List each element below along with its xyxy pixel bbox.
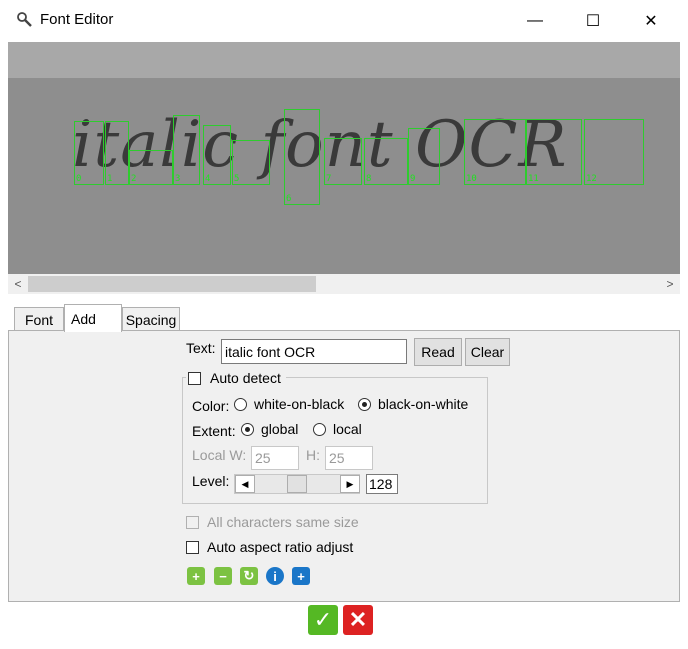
glyph-box[interactable]: 10 xyxy=(464,119,526,185)
minimize-button[interactable]: — xyxy=(512,0,558,42)
extent-global-label: global xyxy=(261,421,299,437)
slider-left-button[interactable]: ◀ xyxy=(235,475,255,493)
glyph-index: 9 xyxy=(410,174,416,184)
white-on-black-label: white-on-black xyxy=(254,396,345,412)
tab-add[interactable]: Add xyxy=(64,304,122,332)
zoom-out-icon[interactable]: − xyxy=(214,567,232,585)
local-w-label: Local W: xyxy=(192,447,247,463)
glyph-index: 12 xyxy=(586,174,597,184)
glyph-box[interactable]: 11 xyxy=(526,119,582,185)
scroll-right-button[interactable]: > xyxy=(660,274,680,294)
zoom-in-icon[interactable]: + xyxy=(187,567,205,585)
black-on-white-label: black-on-white xyxy=(378,396,469,412)
extent-local-radio[interactable] xyxy=(313,423,326,436)
glyph-box[interactable]: 1 xyxy=(105,121,129,185)
glyph-box[interactable]: 7 xyxy=(324,138,362,185)
glyph-index: 10 xyxy=(466,174,477,184)
window-title: Font Editor xyxy=(40,11,114,28)
color-label: Color: xyxy=(192,398,230,414)
h-label: H: xyxy=(306,447,320,463)
glyph-index: 11 xyxy=(528,174,539,184)
glyph-box[interactable]: 5 xyxy=(232,140,270,185)
aspect-ratio-label: Auto aspect ratio adjust xyxy=(207,539,354,555)
tab-font[interactable]: Font xyxy=(14,307,64,331)
glyph-index: 0 xyxy=(76,174,82,184)
scrollbar-thumb[interactable] xyxy=(28,276,316,292)
refresh-icon[interactable]: ↻ xyxy=(240,567,258,585)
glyph-index: 2 xyxy=(131,174,137,184)
white-on-black-radio[interactable] xyxy=(234,398,247,411)
glyph-box[interactable]: 0 xyxy=(74,121,104,185)
tab-spacing[interactable]: Spacing xyxy=(122,307,180,331)
extent-global-radio[interactable] xyxy=(241,423,254,436)
text-label: Text: xyxy=(186,340,216,356)
level-label: Level: xyxy=(192,473,230,489)
magnifier-icon xyxy=(16,11,34,29)
glyph-box[interactable]: 8 xyxy=(364,138,408,185)
h-input[interactable] xyxy=(325,446,373,470)
glyph-index: 5 xyxy=(234,174,240,184)
glyph-index: 1 xyxy=(107,174,113,184)
slider-thumb[interactable] xyxy=(287,475,307,493)
close-button[interactable]: ✕ xyxy=(628,0,674,42)
level-value-input[interactable] xyxy=(366,474,398,494)
scroll-left-button[interactable]: < xyxy=(8,274,28,294)
slider-right-button[interactable]: ▶ xyxy=(340,475,360,493)
auto-detect-label: Auto detect xyxy=(210,370,281,386)
glyph-box[interactable]: 6 xyxy=(284,109,320,205)
glyph-box[interactable]: 12 xyxy=(584,119,644,185)
local-w-input[interactable] xyxy=(251,446,299,470)
glyph-box[interactable]: 3 xyxy=(173,115,200,185)
clear-button[interactable]: Clear xyxy=(465,338,510,366)
read-button[interactable]: Read xyxy=(414,338,462,366)
glyph-index: 4 xyxy=(205,174,211,184)
glyph-index: 8 xyxy=(366,174,372,184)
glyph-index: 3 xyxy=(175,174,181,184)
glyph-box[interactable]: 9 xyxy=(408,128,440,185)
glyph-index: 6 xyxy=(286,194,292,204)
aspect-ratio-checkbox[interactable] xyxy=(186,541,199,554)
text-input[interactable] xyxy=(221,339,407,364)
ok-button[interactable]: ✓ xyxy=(308,605,338,635)
black-on-white-radio[interactable] xyxy=(358,398,371,411)
same-size-checkbox[interactable] xyxy=(186,516,199,529)
info-icon[interactable]: i xyxy=(266,567,284,585)
maximize-button[interactable]: ☐ xyxy=(570,0,616,42)
same-size-label: All characters same size xyxy=(207,514,359,530)
cancel-button[interactable]: ✕ xyxy=(343,605,373,635)
glyph-index: 7 xyxy=(326,174,332,184)
auto-detect-checkbox[interactable] xyxy=(188,372,201,385)
extent-label: Extent: xyxy=(192,423,236,439)
glyph-box[interactable]: 2 xyxy=(129,150,173,185)
extent-local-label: local xyxy=(333,421,362,437)
preview-canvas[interactable]: italic font OCR 0 1 2 3 4 5 6 7 8 9 10 1… xyxy=(8,78,680,274)
glyph-box[interactable]: 4 xyxy=(203,125,231,185)
add-icon[interactable]: + xyxy=(292,567,310,585)
